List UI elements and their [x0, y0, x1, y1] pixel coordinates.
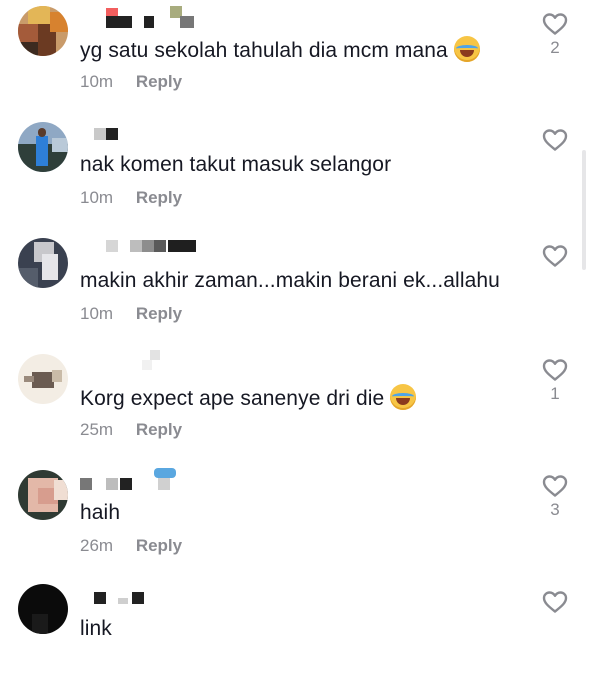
avatar[interactable] [18, 470, 68, 520]
comment-meta: 25m Reply [80, 420, 182, 440]
like-button[interactable]: 1 [540, 358, 570, 404]
heart-outline-icon [542, 359, 568, 381]
comment-item: haih 26m Reply 3 [0, 466, 590, 581]
like-button[interactable] [540, 590, 570, 616]
scrollbar[interactable] [582, 150, 586, 270]
comment-text: nak komen takut masuk selangor [80, 153, 392, 176]
comment-meta: 10m Reply [80, 304, 182, 324]
reply-button[interactable]: Reply [136, 304, 182, 323]
reply-button[interactable]: Reply [136, 188, 182, 207]
comment-time: 26m [80, 536, 114, 555]
comment-meta: 10m Reply [80, 188, 182, 208]
comment-text: haih [80, 501, 121, 524]
like-button[interactable]: 2 [540, 12, 570, 58]
comment-time: 25m [80, 420, 114, 439]
like-button[interactable] [540, 128, 570, 154]
reply-button[interactable]: Reply [136, 72, 182, 91]
face-with-tears-of-joy-icon [390, 384, 417, 410]
heart-outline-icon [542, 475, 568, 497]
reply-button[interactable]: Reply [136, 536, 182, 555]
like-button[interactable] [540, 244, 570, 270]
reply-button[interactable]: Reply [136, 420, 182, 439]
comment-time: 10m [80, 72, 114, 91]
avatar[interactable] [18, 354, 68, 404]
heart-outline-icon [542, 245, 568, 267]
avatar[interactable] [18, 6, 68, 56]
avatar[interactable] [18, 584, 68, 634]
like-button[interactable]: 3 [540, 474, 570, 520]
comment-item: Korg expect ape sanenye dri die 25m Repl… [0, 350, 590, 465]
face-with-tears-of-joy-icon [453, 36, 480, 62]
comment-text: makin akhir zaman...makin berani ek...al… [80, 269, 500, 292]
heart-outline-icon [542, 591, 568, 613]
like-count: 3 [550, 500, 560, 519]
avatar[interactable] [18, 122, 68, 172]
comment-item: link [0, 582, 590, 697]
heart-outline-icon [542, 13, 568, 35]
comment-meta: 26m Reply [80, 536, 182, 556]
comment-time: 10m [80, 188, 114, 207]
like-count: 1 [550, 384, 560, 403]
comment-meta: 10m Reply [80, 72, 182, 92]
comment-item: nak komen takut masuk selangor 10m Reply [0, 118, 590, 233]
comment-item: makin akhir zaman...makin berani ek...al… [0, 234, 590, 349]
comment-text: Korg expect ape sanenye dri die [80, 384, 417, 412]
comment-time: 10m [80, 304, 114, 323]
like-count: 2 [550, 38, 560, 57]
heart-outline-icon [542, 129, 568, 151]
comment-text: yg satu sekolah tahulah dia mcm mana [80, 36, 480, 64]
comment-text: link [80, 617, 112, 640]
avatar[interactable] [18, 238, 68, 288]
comment-item: yg satu sekolah tahulah dia mcm mana 10m… [0, 2, 590, 117]
